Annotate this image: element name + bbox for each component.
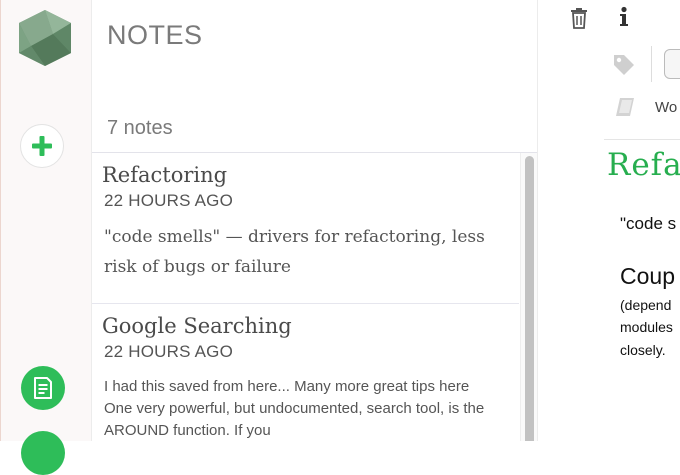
plus-icon: [32, 136, 52, 156]
note-body-text[interactable]: (depend: [620, 297, 671, 313]
trash-icon[interactable]: [569, 7, 589, 29]
note-snippet: I had this saved from here... Many more …: [104, 378, 485, 439]
note-count: 7 notes: [107, 117, 173, 139]
note-snippet: "code smells" — drivers for refactoring,…: [104, 227, 485, 277]
tag-icon[interactable]: [612, 53, 636, 77]
sidebar: [0, 0, 92, 475]
note-timestamp: 22 HOURS AGO: [104, 342, 233, 361]
new-note-button[interactable]: [20, 124, 64, 168]
editor-divider: [604, 139, 680, 140]
note-body-text[interactable]: closely.: [620, 342, 666, 358]
note-heading[interactable]: Refa: [607, 147, 680, 183]
list-item[interactable]: Google Searching 22 HOURS AGO I had this…: [92, 304, 519, 441]
scrollbar-thumb[interactable]: [525, 156, 534, 441]
notes-list-pane: NOTES 7 notes Refactoring 22 HOURS AGO "…: [92, 0, 538, 441]
note-document-icon: [34, 377, 52, 399]
notes-list-header: NOTES 7 notes: [92, 0, 537, 153]
list-item[interactable]: Refactoring 22 HOURS AGO "code smells" —…: [92, 153, 519, 304]
notes-list: Refactoring 22 HOURS AGO "code smells" —…: [92, 153, 537, 441]
note-title: Google Searching: [102, 314, 292, 338]
scrollbar[interactable]: [520, 153, 537, 441]
notebooks-button[interactable]: [21, 431, 65, 475]
hexagon-gem-logo: [19, 10, 71, 66]
note-editor: Wo Refa "code s Coup (depend modules clo…: [538, 0, 680, 441]
page-title: NOTES: [107, 20, 203, 50]
notebook-name[interactable]: Wo: [655, 99, 677, 116]
note-body-text[interactable]: "code s: [620, 214, 676, 234]
toolbar-divider: [651, 46, 652, 82]
notes-button[interactable]: [21, 366, 65, 410]
tag-input[interactable]: [664, 49, 680, 79]
notebook-icon[interactable]: [614, 96, 636, 118]
note-timestamp: 22 HOURS AGO: [104, 191, 233, 210]
note-subheading[interactable]: Coup: [620, 263, 675, 290]
info-icon[interactable]: [618, 6, 630, 28]
note-title: Refactoring: [102, 163, 228, 187]
note-body-text[interactable]: modules: [620, 319, 673, 335]
